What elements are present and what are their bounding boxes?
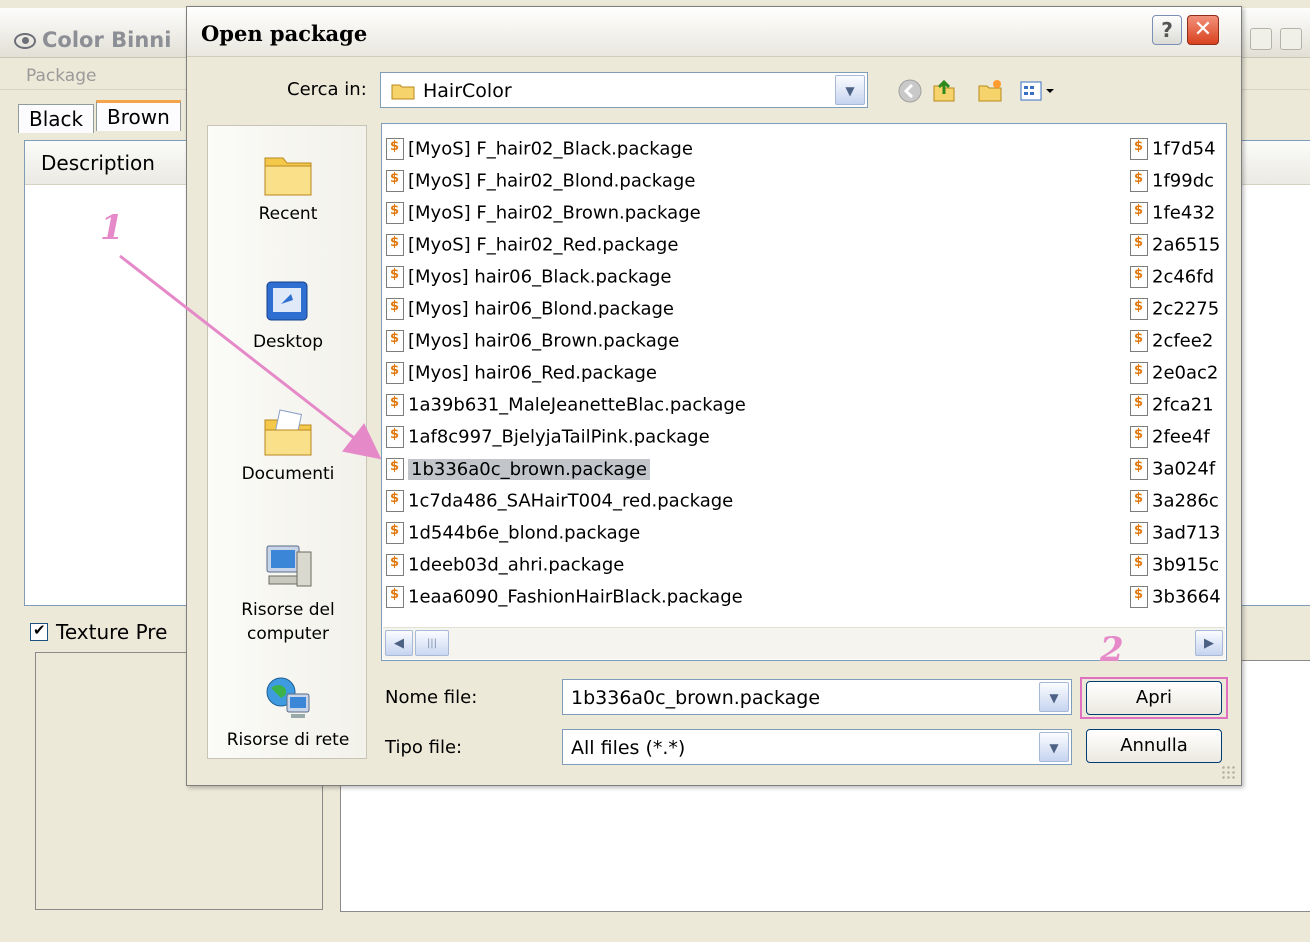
annotation-step-2: 2: [1100, 630, 1124, 670]
annotation-arrow: [119, 254, 382, 460]
annotation-step-1: 1: [100, 208, 124, 248]
annotation-overlay: [119, 254, 382, 460]
